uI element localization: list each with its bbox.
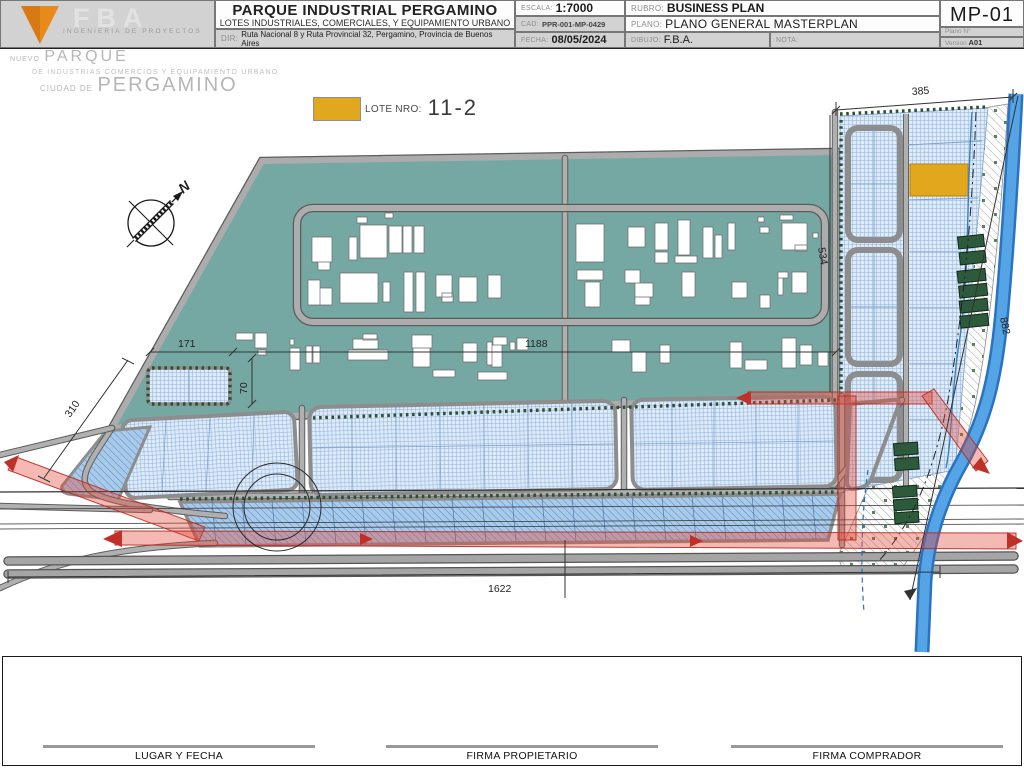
date-cell: FECHA: 08/05/2024 bbox=[515, 32, 625, 48]
signature-place-date: LUGAR Y FECHA bbox=[43, 745, 315, 762]
category-cell: RUBRO: BUSINESS PLAN bbox=[625, 0, 940, 16]
category-label: RUBRO: bbox=[631, 3, 664, 13]
highlighted-lot-11-2[interactable] bbox=[909, 163, 969, 197]
project-title: PARQUE INDUSTRIAL PERGAMINO bbox=[232, 2, 498, 19]
signature-caption: FIRMA PROPIETARIO bbox=[466, 750, 578, 762]
scale-cell: ESCALA: 1:7000 bbox=[515, 0, 625, 16]
title-block: FBA INGENIERIA DE PROYECTOS PARQUE INDUS… bbox=[0, 0, 1024, 49]
cad-cell: CAD: PPR-001-MP-0429 bbox=[515, 16, 625, 32]
north-compass: N bbox=[126, 177, 194, 248]
sheet-code: MP-01 bbox=[950, 4, 1014, 26]
drawn-by-value: F.B.A. bbox=[663, 34, 694, 46]
dim-1622: 1622 bbox=[488, 583, 512, 595]
plan-name-cell: PLANO: PLANO GENERAL MASTERPLAN bbox=[625, 16, 940, 32]
scale-value: 1:7000 bbox=[555, 1, 594, 15]
cad-label: CAD: bbox=[521, 20, 539, 28]
dim-171: 171 bbox=[178, 338, 196, 350]
address-label: DIR: bbox=[221, 34, 239, 43]
dim-1188: 1188 bbox=[525, 338, 548, 350]
small-lot-block bbox=[146, 366, 232, 406]
note-label: NOTA: bbox=[776, 36, 799, 44]
signature-line[interactable] bbox=[731, 745, 1003, 748]
signature-caption: FIRMA COMPRADOR bbox=[812, 750, 922, 762]
lot-legend: LOTE NRO: 11-2 bbox=[313, 94, 479, 121]
project-subtitle: LOTES INDUSTRIALES, COMERCIALES, Y EQUIP… bbox=[219, 18, 511, 28]
project-watermark: NUEVO PARQUE DE INDUSTRIAS COMERCIOS Y E… bbox=[10, 48, 278, 96]
signature-buyer: FIRMA COMPRADOR bbox=[731, 745, 1003, 762]
plan-name-label: PLANO: bbox=[631, 19, 663, 29]
signature-line[interactable] bbox=[43, 745, 315, 748]
watermark-prefix: NUEVO bbox=[10, 56, 40, 63]
signature-owner: FIRMA PROPIETARIO bbox=[386, 745, 658, 762]
company-tagline: INGENIERIA DE PROYECTOS bbox=[63, 28, 202, 35]
drawn-by-label: DIBUJO: bbox=[631, 36, 661, 44]
watermark-prefix3: CIUDAD DE bbox=[40, 84, 94, 93]
address-cell: DIR: Ruta Nacional 8 y Ruta Provincial 3… bbox=[215, 29, 515, 48]
sheet-label: Plano N° bbox=[945, 28, 971, 35]
north-label: N bbox=[175, 177, 194, 196]
legend-label: LOTE NRO: bbox=[365, 103, 422, 115]
site-plan: 171 1188 70 385 534 882 310 1622 N bbox=[0, 85, 1024, 653]
plan-name-value: PLANO GENERAL MASTERPLAN bbox=[665, 17, 858, 31]
scale-label: ESCALA: bbox=[521, 4, 553, 12]
legend-lot-number: 11-2 bbox=[427, 94, 479, 120]
version-label: Version bbox=[945, 40, 967, 47]
date-label: FECHA: bbox=[521, 36, 549, 44]
sheet-number-cell: MP-01 bbox=[940, 0, 1024, 27]
date-value: 08/05/2024 bbox=[551, 34, 607, 46]
cad-value: PPR-001-MP-0429 bbox=[541, 19, 606, 29]
company-logo-shade bbox=[21, 6, 40, 44]
version-value: A01 bbox=[968, 38, 983, 47]
category-value: BUSINESS PLAN bbox=[666, 1, 765, 15]
watermark-title: PARQUE bbox=[44, 48, 129, 65]
lot-color-swatch bbox=[313, 97, 361, 121]
signature-line[interactable] bbox=[386, 745, 658, 748]
note-cell: NOTA: bbox=[770, 32, 940, 48]
signature-caption: LUGAR Y FECHA bbox=[134, 750, 224, 762]
dim-385: 385 bbox=[911, 85, 929, 98]
project-title-cell: PARQUE INDUSTRIAL PERGAMINO LOTES INDUST… bbox=[215, 0, 515, 29]
signature-box: LUGAR Y FECHA FIRMA PROPIETARIO FIRMA CO… bbox=[2, 656, 1022, 766]
drawn-by-cell: DIBUJO: F.B.A. bbox=[625, 32, 770, 48]
address-value: Ruta Nacional 8 y Ruta Provincial 32, Pe… bbox=[241, 29, 493, 48]
dim-70: 70 bbox=[238, 382, 250, 394]
logo-cell: FBA INGENIERIA DE PROYECTOS bbox=[0, 0, 215, 48]
watermark-title3: PERGAMINO bbox=[97, 74, 238, 96]
version-cell: Version A01 bbox=[940, 37, 1024, 48]
sheet-label-cell: Plano N° bbox=[940, 27, 1024, 37]
dim-310: 310 bbox=[63, 398, 83, 419]
masterplan-sheet: 171 1188 70 385 534 882 310 1622 N FBA I… bbox=[0, 0, 1024, 768]
